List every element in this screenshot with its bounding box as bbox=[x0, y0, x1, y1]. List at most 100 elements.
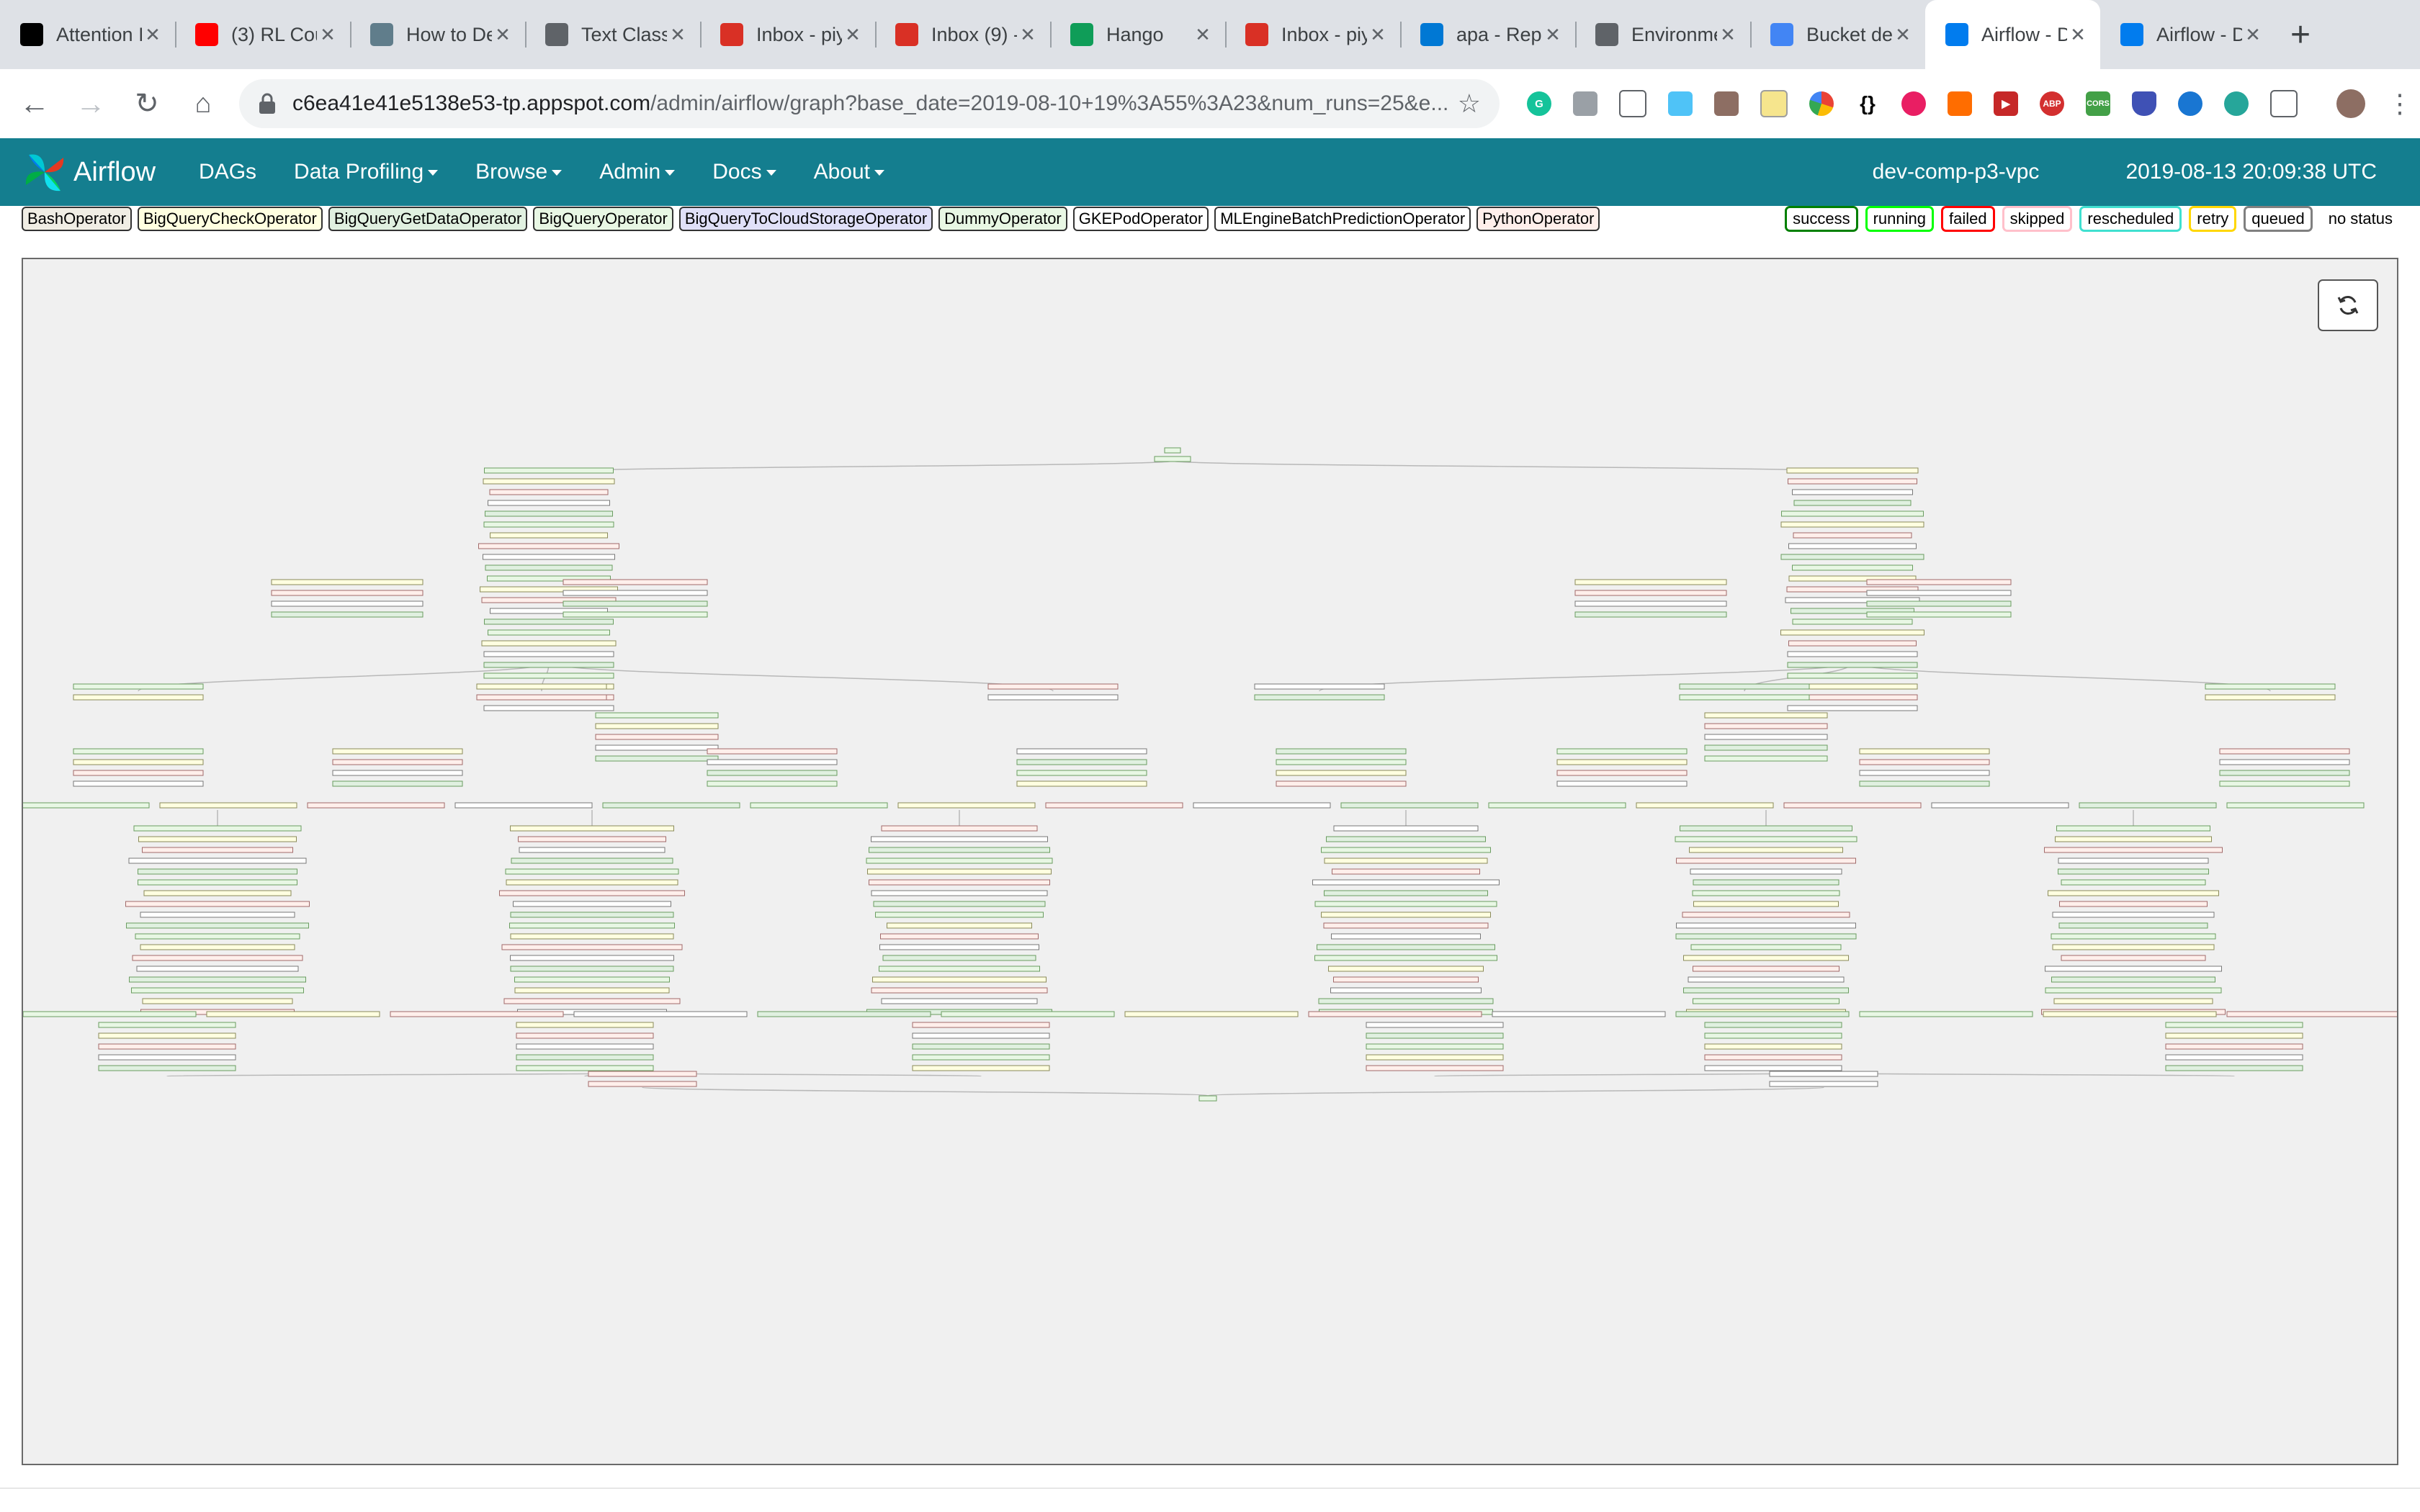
dag-task-node[interactable] bbox=[1321, 847, 1491, 853]
dag-task-node[interactable] bbox=[332, 770, 463, 776]
dag-task-node[interactable] bbox=[1704, 1022, 1842, 1028]
bookmark-star-icon[interactable]: ☆ bbox=[1458, 89, 1481, 119]
dag-task-node[interactable] bbox=[1328, 966, 1484, 972]
reload-button[interactable]: ↻ bbox=[125, 82, 169, 125]
dag-task-node[interactable] bbox=[73, 748, 204, 755]
nav-menu-item[interactable]: Data Profiling bbox=[294, 160, 439, 184]
close-tab-icon[interactable]: ✕ bbox=[317, 24, 339, 46]
dag-task-node[interactable] bbox=[1692, 890, 1840, 896]
close-tab-icon[interactable]: ✕ bbox=[1717, 24, 1739, 46]
dag-task-node[interactable] bbox=[707, 759, 838, 765]
dag-task-node[interactable] bbox=[2059, 901, 2208, 907]
dag-task-node[interactable] bbox=[1781, 510, 1924, 517]
dag-task-node[interactable] bbox=[1366, 1032, 1504, 1039]
dag-task-node[interactable] bbox=[2045, 966, 2222, 972]
dag-task-node[interactable] bbox=[1704, 744, 1828, 751]
dag-task-node[interactable] bbox=[1780, 629, 1924, 636]
dag-task-node[interactable] bbox=[206, 1011, 380, 1017]
dag-task-node[interactable] bbox=[1704, 712, 1828, 719]
tab-manager-icon[interactable] bbox=[2270, 90, 2298, 117]
dag-task-node[interactable] bbox=[563, 611, 708, 618]
dag-task-node[interactable] bbox=[1859, 780, 1990, 787]
dag-task-node[interactable] bbox=[1788, 543, 1917, 549]
dag-task-node[interactable] bbox=[1333, 976, 1479, 983]
close-tab-icon[interactable]: ✕ bbox=[667, 24, 689, 46]
dag-task-node[interactable] bbox=[332, 759, 463, 765]
dag-task-node[interactable] bbox=[2165, 1054, 2303, 1061]
dag-task-node[interactable] bbox=[573, 1011, 748, 1017]
dag-task-node[interactable] bbox=[1330, 987, 1482, 994]
dag-task-node[interactable] bbox=[484, 467, 614, 474]
dag-task-node[interactable] bbox=[563, 600, 708, 607]
close-tab-icon[interactable]: ✕ bbox=[1542, 24, 1564, 46]
dag-task-node[interactable] bbox=[126, 922, 309, 929]
nav-menu-item[interactable]: DAGs bbox=[199, 160, 256, 184]
notes-icon[interactable] bbox=[1760, 90, 1788, 117]
dag-task-node[interactable] bbox=[1492, 1011, 1666, 1017]
dag-task-node[interactable] bbox=[513, 901, 671, 907]
dag-task-node[interactable] bbox=[1679, 694, 1810, 701]
dag-task-node[interactable] bbox=[875, 912, 1044, 918]
state-legend-chip[interactable]: retry bbox=[2189, 206, 2237, 232]
dag-task-node[interactable] bbox=[483, 672, 614, 679]
browser-tab[interactable]: Airflow - D ✕ bbox=[2100, 0, 2275, 69]
dag-task-node[interactable] bbox=[488, 500, 610, 506]
dag-task-node[interactable] bbox=[1780, 521, 1924, 528]
dag-task-node[interactable] bbox=[1321, 912, 1491, 918]
dag-task-node[interactable] bbox=[2079, 802, 2217, 809]
dag-task-node[interactable] bbox=[510, 966, 674, 972]
dag-task-node[interactable] bbox=[271, 600, 424, 607]
dag-task-node[interactable] bbox=[503, 998, 681, 1004]
dag-task-node[interactable] bbox=[1016, 770, 1147, 776]
dag-task-node[interactable] bbox=[912, 1065, 1050, 1071]
dag-task-node[interactable] bbox=[271, 579, 424, 585]
cors-icon[interactable]: CORS bbox=[2086, 91, 2110, 116]
dag-task-node[interactable] bbox=[2165, 1022, 2303, 1028]
dag-task-node[interactable] bbox=[2044, 847, 2223, 853]
close-tab-icon[interactable]: ✕ bbox=[1192, 24, 1214, 46]
dag-task-node[interactable] bbox=[871, 836, 1048, 842]
nav-menu-item[interactable]: Docs bbox=[712, 160, 776, 184]
teal-circle-icon[interactable] bbox=[2224, 91, 2249, 116]
close-tab-icon[interactable]: ✕ bbox=[2067, 24, 2089, 46]
dag-task-node[interactable] bbox=[2052, 944, 2215, 950]
close-tab-icon[interactable]: ✕ bbox=[1017, 24, 1039, 46]
dag-task-node[interactable] bbox=[1780, 554, 1924, 560]
dag-task-node[interactable] bbox=[1683, 955, 1849, 961]
dag-task-node[interactable] bbox=[1931, 802, 2069, 809]
dag-task-node[interactable] bbox=[1314, 955, 1497, 961]
dag-task-node[interactable] bbox=[1859, 748, 1990, 755]
dag-task-node[interactable] bbox=[1866, 590, 2012, 596]
close-tab-icon[interactable]: ✕ bbox=[2242, 24, 2264, 46]
dag-task-node[interactable] bbox=[332, 780, 463, 787]
dag-task-node[interactable] bbox=[867, 868, 1052, 875]
dag-task-node[interactable] bbox=[588, 1081, 697, 1087]
dag-task-node[interactable] bbox=[1688, 976, 1845, 983]
dag-task-node[interactable] bbox=[1682, 912, 1850, 918]
dag-task-node[interactable] bbox=[912, 1032, 1050, 1039]
dag-task-node[interactable] bbox=[140, 912, 295, 918]
dag-task-node[interactable] bbox=[1793, 500, 1912, 506]
browser-tab[interactable]: Hango ✕ bbox=[1050, 0, 1225, 69]
dag-task-node[interactable] bbox=[1574, 611, 1727, 618]
dag-graph-panel[interactable] bbox=[22, 258, 2398, 1465]
browser-tab[interactable]: apa - Repo✕ bbox=[1400, 0, 1575, 69]
browser-tab[interactable]: Attention I ✕ bbox=[0, 0, 175, 69]
dag-task-node[interactable] bbox=[1704, 723, 1828, 729]
dag-task-node[interactable] bbox=[1556, 759, 1688, 765]
translate-icon[interactable] bbox=[1573, 91, 1597, 116]
dag-task-node[interactable] bbox=[869, 847, 1050, 853]
dag-task-node[interactable] bbox=[2061, 955, 2206, 961]
dag-task-node[interactable] bbox=[1866, 600, 2012, 607]
dag-task-node[interactable] bbox=[1276, 780, 1407, 787]
dag-task-node[interactable] bbox=[454, 802, 593, 809]
dag-task-node[interactable] bbox=[271, 611, 424, 618]
dag-task-node[interactable] bbox=[880, 933, 1039, 940]
dag-task-node[interactable] bbox=[1679, 683, 1810, 690]
window-icon[interactable] bbox=[1668, 91, 1693, 116]
dag-task-node[interactable] bbox=[1254, 694, 1385, 701]
browser-tab[interactable]: (3) RL Cou ✕ bbox=[175, 0, 350, 69]
dag-task-node[interactable] bbox=[73, 694, 204, 701]
dag-task-node[interactable] bbox=[1859, 759, 1990, 765]
dag-task-node[interactable] bbox=[1675, 1011, 1850, 1017]
